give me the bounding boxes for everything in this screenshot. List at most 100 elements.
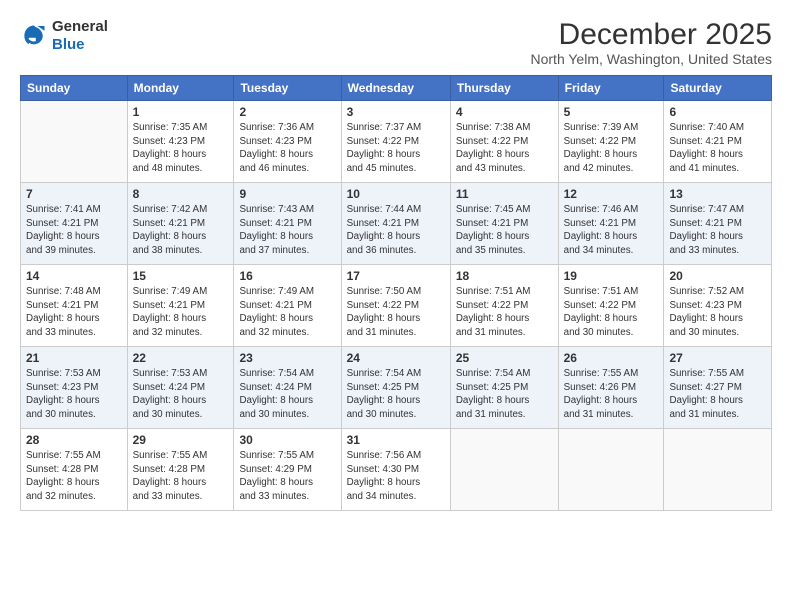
day-info: Sunrise: 7:54 AMSunset: 4:24 PMDaylight:… [239,367,335,422]
calendar-week-4: 21Sunrise: 7:53 AMSunset: 4:23 PMDayligh… [21,347,772,429]
day-number: 10 [347,187,445,201]
logo-blue: Blue [52,36,85,53]
day-info: Sunrise: 7:48 AMSunset: 4:21 PMDaylight:… [26,285,122,340]
col-monday: Monday [127,76,234,101]
day-number: 5 [564,105,659,119]
month-title: December 2025 [531,18,773,51]
day-number: 29 [133,433,229,447]
calendar-cell-w5-d4 [450,429,558,511]
calendar-cell-w2-d6: 13Sunrise: 7:47 AMSunset: 4:21 PMDayligh… [664,183,772,265]
day-info: Sunrise: 7:40 AMSunset: 4:21 PMDaylight:… [669,121,766,176]
header: General Blue December 2025 North Yelm, W… [20,18,772,67]
day-info: Sunrise: 7:55 AMSunset: 4:29 PMDaylight:… [239,449,335,504]
day-number: 11 [456,187,553,201]
calendar-cell-w1-d6: 6 Sunrise: 7:40 AMSunset: 4:21 PMDaylight… [664,101,772,183]
calendar-week-5: 28Sunrise: 7:55 AMSunset: 4:28 PMDayligh… [21,429,772,511]
day-info: Sunrise: 7:44 AMSunset: 4:21 PMDaylight:… [347,203,445,258]
day-info: Sunrise: 7:55 AMSunset: 4:28 PMDaylight:… [133,449,229,504]
calendar-cell-w4-d6: 27 Sunrise: 7:55 AMSunset: 4:27 PMDayligh… [664,347,772,429]
calendar-cell-w5-d6 [664,429,772,511]
calendar-cell-w1-d5: 5 Sunrise: 7:39 AMSunset: 4:22 PMDaylight… [558,101,664,183]
day-info: Sunrise: 7:55 AMSunset: 4:27 PMDaylight:… [669,367,766,422]
calendar-cell-w2-d3: 10 Sunrise: 7:44 AMSunset: 4:21 PMDayligh… [341,183,450,265]
day-info: Sunrise: 7:39 AMSunset: 4:22 PMDaylight:… [564,121,659,176]
calendar-cell-w3-d0: 14 Sunrise: 7:48 AMSunset: 4:21 PMDayligh… [21,265,128,347]
col-friday: Friday [558,76,664,101]
day-number: 12 [564,187,659,201]
calendar-cell-w2-d5: 12Sunrise: 7:46 AMSunset: 4:21 PMDayligh… [558,183,664,265]
calendar-cell-w4-d2: 23 Sunrise: 7:54 AMSunset: 4:24 PMDayligh… [234,347,341,429]
calendar-week-1: 1 Sunrise: 7:35 AMSunset: 4:23 PMDaylight… [21,101,772,183]
day-info: Sunrise: 7:35 AMSunset: 4:23 PMDaylight:… [133,121,229,176]
day-info: Sunrise: 7:53 AMSunset: 4:24 PMDaylight:… [133,367,229,422]
calendar-cell-w4-d4: 25 Sunrise: 7:54 AMSunset: 4:25 PMDayligh… [450,347,558,429]
day-info: Sunrise: 7:54 AMSunset: 4:25 PMDaylight:… [456,367,553,422]
calendar-cell-w2-d2: 9 Sunrise: 7:43 AMSunset: 4:21 PMDaylight… [234,183,341,265]
calendar-cell-w3-d3: 17 Sunrise: 7:50 AMSunset: 4:22 PMDayligh… [341,265,450,347]
location-title: North Yelm, Washington, United States [531,51,773,67]
title-block: December 2025 North Yelm, Washington, Un… [531,18,773,67]
calendar-cell-w1-d3: 3Sunrise: 7:37 AMSunset: 4:22 PMDaylight… [341,101,450,183]
day-number: 23 [239,351,335,365]
day-number: 15 [133,269,229,283]
day-info: Sunrise: 7:55 AMSunset: 4:28 PMDaylight:… [26,449,122,504]
day-info: Sunrise: 7:43 AMSunset: 4:21 PMDaylight:… [239,203,335,258]
calendar-week-3: 14 Sunrise: 7:48 AMSunset: 4:21 PMDayligh… [21,265,772,347]
day-number: 8 [133,187,229,201]
day-info: Sunrise: 7:50 AMSunset: 4:22 PMDaylight:… [347,285,445,340]
day-number: 24 [347,351,445,365]
day-info: Sunrise: 7:54 AMSunset: 4:25 PMDaylight:… [347,367,445,422]
day-info: Sunrise: 7:52 AMSunset: 4:23 PMDaylight:… [669,285,766,340]
calendar-cell-w1-d2: 2Sunrise: 7:36 AMSunset: 4:23 PMDaylight… [234,101,341,183]
day-info: Sunrise: 7:45 AMSunset: 4:21 PMDaylight:… [456,203,553,258]
day-number: 1 [133,105,229,119]
day-number: 31 [347,433,445,447]
day-info: Sunrise: 7:51 AMSunset: 4:22 PMDaylight:… [564,285,659,340]
calendar-header-row: Sunday Monday Tuesday Wednesday Thursday… [21,76,772,101]
calendar-cell-w5-d2: 30Sunrise: 7:55 AMSunset: 4:29 PMDayligh… [234,429,341,511]
day-info: Sunrise: 7:37 AMSunset: 4:22 PMDaylight:… [347,121,445,176]
day-info: Sunrise: 7:56 AMSunset: 4:30 PMDaylight:… [347,449,445,504]
day-number: 26 [564,351,659,365]
day-info: Sunrise: 7:53 AMSunset: 4:23 PMDaylight:… [26,367,122,422]
logo-text: General Blue [52,18,108,54]
calendar-cell-w3-d5: 19Sunrise: 7:51 AMSunset: 4:22 PMDayligh… [558,265,664,347]
day-number: 20 [669,269,766,283]
day-number: 17 [347,269,445,283]
day-number: 25 [456,351,553,365]
calendar-table: Sunday Monday Tuesday Wednesday Thursday… [20,75,772,511]
calendar-cell-w2-d1: 8Sunrise: 7:42 AMSunset: 4:21 PMDaylight… [127,183,234,265]
calendar-cell-w5-d5 [558,429,664,511]
calendar-cell-w4-d0: 21Sunrise: 7:53 AMSunset: 4:23 PMDayligh… [21,347,128,429]
calendar-cell-w5-d1: 29 Sunrise: 7:55 AMSunset: 4:28 PMDayligh… [127,429,234,511]
day-number: 7 [26,187,122,201]
calendar-cell-w2-d0: 7 Sunrise: 7:41 AMSunset: 4:21 PMDaylight… [21,183,128,265]
day-number: 14 [26,269,122,283]
day-info: Sunrise: 7:55 AMSunset: 4:26 PMDaylight:… [564,367,659,422]
day-number: 4 [456,105,553,119]
calendar-cell-w4-d5: 26 Sunrise: 7:55 AMSunset: 4:26 PMDayligh… [558,347,664,429]
day-info: Sunrise: 7:49 AMSunset: 4:21 PMDaylight:… [133,285,229,340]
day-number: 9 [239,187,335,201]
logo: General Blue [20,18,108,54]
col-wednesday: Wednesday [341,76,450,101]
calendar-cell-w3-d1: 15 Sunrise: 7:49 AMSunset: 4:21 PMDayligh… [127,265,234,347]
day-info: Sunrise: 7:41 AMSunset: 4:21 PMDaylight:… [26,203,122,258]
day-number: 2 [239,105,335,119]
calendar-cell-w5-d0: 28Sunrise: 7:55 AMSunset: 4:28 PMDayligh… [21,429,128,511]
day-number: 18 [456,269,553,283]
col-sunday: Sunday [21,76,128,101]
col-saturday: Saturday [664,76,772,101]
calendar-cell-w5-d3: 31 Sunrise: 7:56 AMSunset: 4:30 PMDayligh… [341,429,450,511]
col-thursday: Thursday [450,76,558,101]
day-number: 13 [669,187,766,201]
calendar-cell-w4-d1: 22Sunrise: 7:53 AMSunset: 4:24 PMDayligh… [127,347,234,429]
calendar-cell-w3-d6: 20 Sunrise: 7:52 AMSunset: 4:23 PMDayligh… [664,265,772,347]
col-tuesday: Tuesday [234,76,341,101]
day-number: 27 [669,351,766,365]
day-number: 16 [239,269,335,283]
day-info: Sunrise: 7:38 AMSunset: 4:22 PMDaylight:… [456,121,553,176]
logo-icon [20,22,48,50]
day-number: 6 [669,105,766,119]
calendar-cell-w1-d4: 4 Sunrise: 7:38 AMSunset: 4:22 PMDaylight… [450,101,558,183]
